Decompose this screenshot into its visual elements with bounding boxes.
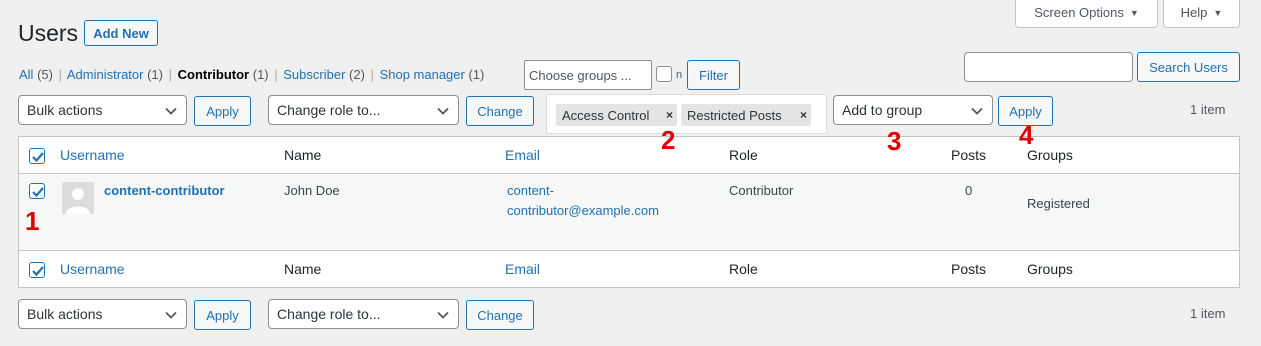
bulk-apply-button-bottom[interactable]: Apply bbox=[194, 300, 251, 330]
user-name: John Doe bbox=[284, 183, 340, 198]
caret-down-icon: ▼ bbox=[1213, 7, 1223, 18]
email-link-line1[interactable]: content- bbox=[507, 183, 554, 198]
group-filter-checkbox-label: n bbox=[676, 69, 683, 81]
bulk-actions-select[interactable]: Bulk actions bbox=[18, 95, 187, 125]
column-name: Name bbox=[284, 261, 322, 277]
column-role: Role bbox=[729, 147, 758, 163]
screen-options-label: Screen Options bbox=[1034, 5, 1124, 20]
group-tag-access-control: Access Control × bbox=[556, 104, 677, 126]
help-label: Help bbox=[1180, 5, 1208, 20]
items-count-bottom: 1 item bbox=[1190, 306, 1226, 321]
column-posts: Posts bbox=[951, 147, 987, 163]
select-all-checkbox-footer[interactable] bbox=[29, 262, 45, 278]
user-groups: Registered bbox=[1027, 196, 1090, 211]
view-subscriber-link[interactable]: Subscriber bbox=[283, 67, 345, 82]
change-role-value: Change role to... bbox=[277, 102, 381, 118]
view-shop-manager-link[interactable]: Shop manager bbox=[380, 67, 465, 82]
change-role-select-bottom[interactable]: Change role to... bbox=[268, 299, 459, 329]
email-link-line2[interactable]: contributor@example.com bbox=[507, 203, 659, 218]
view-count: (1) bbox=[468, 67, 485, 82]
change-role-button-bottom[interactable]: Change bbox=[466, 300, 534, 330]
chevron-down-icon bbox=[437, 107, 449, 115]
table-row: content-contributor John Doe content- co… bbox=[19, 174, 1239, 251]
views-list: All (5) | Administrator (1) | Contributo… bbox=[19, 67, 484, 82]
change-role-value: Change role to... bbox=[277, 306, 381, 322]
chevron-down-icon bbox=[165, 107, 177, 115]
view-separator: | bbox=[58, 67, 62, 82]
avatar bbox=[62, 182, 94, 214]
column-groups: Groups bbox=[1027, 147, 1073, 163]
view-separator: | bbox=[274, 67, 278, 82]
column-role: Role bbox=[729, 261, 758, 277]
view-count: (2) bbox=[349, 67, 365, 82]
chevron-down-icon bbox=[437, 311, 449, 319]
help-button[interactable]: Help ▼ bbox=[1163, 0, 1240, 28]
row-checkbox[interactable] bbox=[29, 183, 45, 199]
user-avatar-icon bbox=[66, 188, 90, 214]
add-new-button[interactable]: Add New bbox=[84, 20, 158, 46]
view-all-link[interactable]: All bbox=[19, 67, 33, 82]
caret-down-icon: ▼ bbox=[1129, 7, 1139, 18]
user-role: Contributor bbox=[729, 183, 794, 198]
annotation-2: 2 bbox=[661, 125, 676, 155]
items-count: 1 item bbox=[1190, 102, 1226, 117]
username-link[interactable]: content-contributor bbox=[104, 183, 225, 198]
annotation-1: 1 bbox=[25, 206, 40, 236]
table-footer-row: Username Name Email Role Posts Groups bbox=[19, 251, 1239, 288]
column-username[interactable]: Username bbox=[60, 261, 125, 277]
checkmark-icon bbox=[32, 187, 44, 198]
bulk-apply-button[interactable]: Apply bbox=[194, 96, 251, 126]
view-count: (1) bbox=[252, 67, 269, 82]
column-username[interactable]: Username bbox=[60, 147, 125, 163]
screen-options-button[interactable]: Screen Options ▼ bbox=[1015, 0, 1158, 28]
select-all-checkbox[interactable] bbox=[29, 148, 45, 164]
column-posts: Posts bbox=[951, 261, 987, 277]
group-tag-restricted-posts: Restricted Posts × bbox=[681, 104, 811, 126]
bulk-actions-value: Bulk actions bbox=[27, 102, 103, 118]
users-table: Username Name Email Role Posts Groups co… bbox=[18, 136, 1240, 288]
view-separator: | bbox=[370, 67, 374, 82]
add-to-group-value: Add to group bbox=[842, 102, 923, 118]
column-groups: Groups bbox=[1027, 261, 1073, 277]
annotation-4: 4 bbox=[1019, 120, 1034, 150]
change-role-button[interactable]: Change bbox=[466, 96, 534, 126]
search-users-button[interactable]: Search Users bbox=[1137, 52, 1240, 82]
table-header-row: Username Name Email Role Posts Groups bbox=[19, 137, 1239, 174]
view-administrator-link[interactable]: Administrator bbox=[67, 67, 144, 82]
view-count: (5) bbox=[37, 67, 53, 82]
filter-button[interactable]: Filter bbox=[687, 60, 740, 90]
bulk-actions-value: Bulk actions bbox=[27, 306, 103, 322]
group-tag-label: Access Control bbox=[562, 107, 650, 123]
column-email[interactable]: Email bbox=[505, 147, 540, 163]
column-email[interactable]: Email bbox=[505, 261, 540, 277]
add-to-group-select[interactable]: Add to group bbox=[833, 95, 993, 125]
view-count: (1) bbox=[147, 67, 163, 82]
page-title: Users bbox=[18, 20, 79, 46]
remove-tag-icon[interactable]: × bbox=[800, 108, 807, 122]
bulk-actions-select-bottom[interactable]: Bulk actions bbox=[18, 299, 187, 329]
group-tag-label: Restricted Posts bbox=[687, 107, 782, 123]
group-tags-field[interactable]: Access Control × Restricted Posts × bbox=[546, 94, 827, 134]
choose-groups-input[interactable]: Choose groups ... bbox=[524, 60, 652, 90]
view-contributor-link[interactable]: Contributor bbox=[178, 67, 249, 82]
checkmark-icon bbox=[32, 152, 44, 163]
chevron-down-icon bbox=[165, 311, 177, 319]
user-posts: 0 bbox=[965, 183, 973, 198]
view-separator: | bbox=[168, 67, 172, 82]
change-role-select[interactable]: Change role to... bbox=[268, 95, 459, 125]
remove-tag-icon[interactable]: × bbox=[666, 108, 673, 122]
search-users-input[interactable] bbox=[964, 52, 1133, 82]
group-filter-checkbox[interactable] bbox=[656, 66, 672, 82]
checkmark-icon bbox=[32, 266, 44, 277]
annotation-3: 3 bbox=[887, 126, 902, 156]
chevron-down-icon bbox=[971, 107, 983, 115]
column-name: Name bbox=[284, 147, 322, 163]
